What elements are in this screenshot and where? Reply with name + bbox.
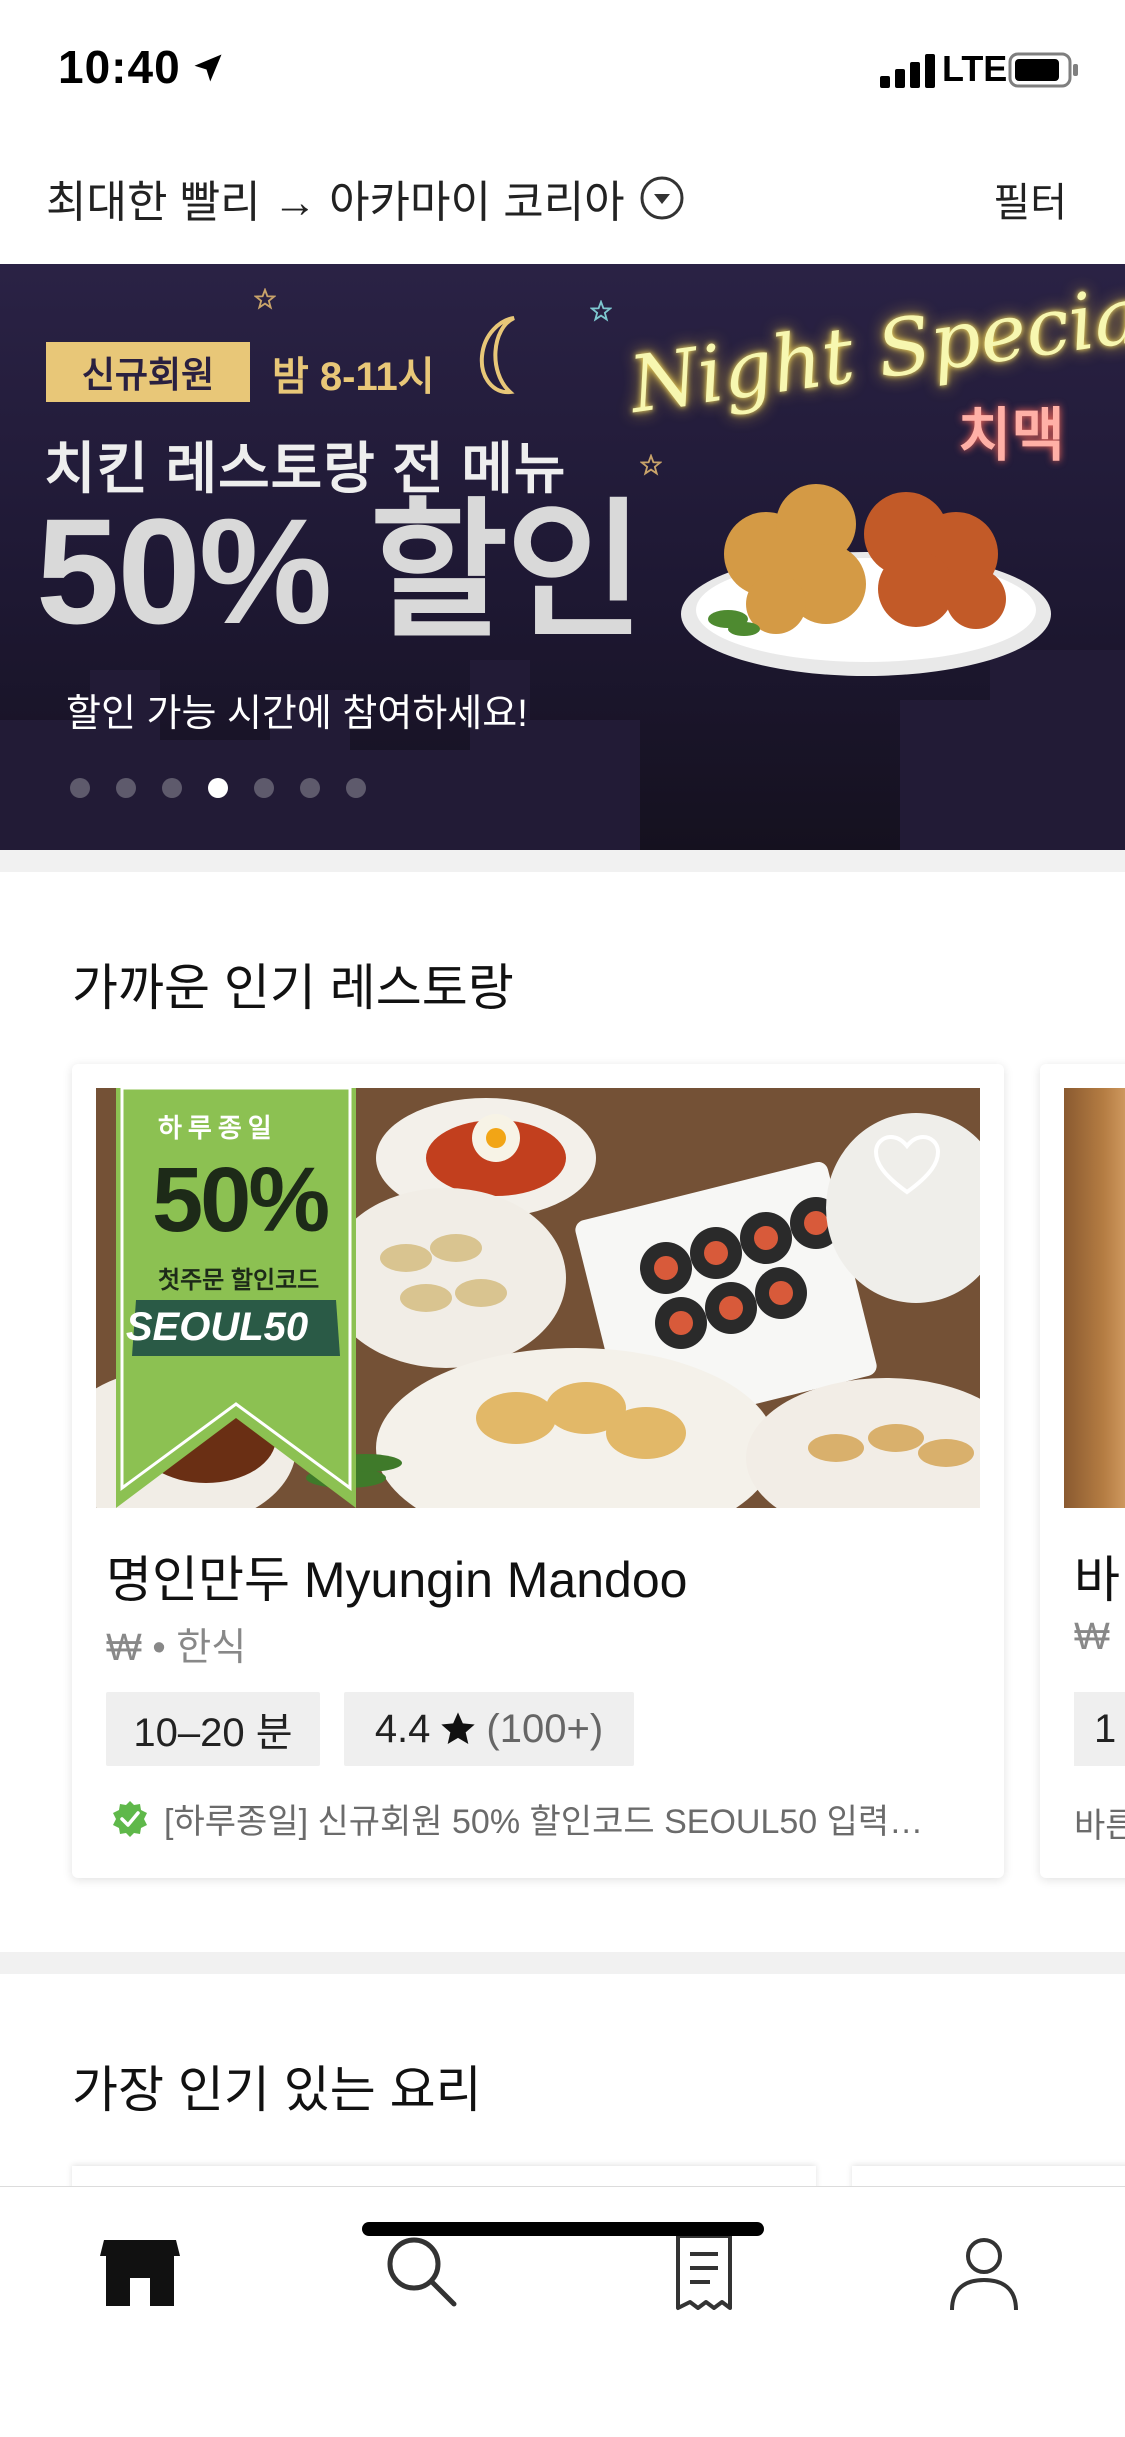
tab-home[interactable] bbox=[80, 2227, 200, 2317]
person-icon bbox=[950, 2238, 1018, 2311]
receipt-icon bbox=[676, 2234, 732, 2310]
status-bar: 10:40 LTE bbox=[0, 0, 1125, 140]
network-type: LTE bbox=[942, 48, 1008, 89]
restaurant-name: 명인만두 Myungin Mandoo bbox=[106, 1552, 688, 1608]
delivery-time-text: 1 bbox=[1094, 1706, 1117, 1751]
delivery-location-label: 최대한 빨리 → 아카마이 코리아 bbox=[46, 178, 625, 227]
carousel-dot[interactable] bbox=[346, 778, 366, 798]
delivery-time-pill: 10–20 분 bbox=[106, 1692, 320, 1766]
carousel-dot[interactable] bbox=[300, 778, 320, 798]
rating-pill: 4.4 (100+) bbox=[344, 1692, 634, 1766]
star-decoration-icon bbox=[590, 300, 612, 322]
ribbon-sub-text: 첫주문 할인코드 bbox=[158, 1267, 320, 1294]
search-icon bbox=[387, 2237, 457, 2307]
status-time: 10:40 bbox=[58, 41, 181, 93]
promo-banner-carousel[interactable]: 신규회원 밤 8-11시 치킨 레스토랑 전 메뉴 50% 할인 할인 가능 시… bbox=[0, 264, 1125, 850]
storefront-icon bbox=[100, 2240, 180, 2306]
tab-orders[interactable] bbox=[644, 2227, 764, 2317]
new-member-badge: 신규회원 bbox=[46, 342, 250, 402]
delivery-location-selector[interactable]: 최대한 빨리 → 아카마이 코리아 bbox=[46, 168, 685, 228]
rating-value: 4.4 bbox=[374, 1706, 431, 1751]
carousel-dot[interactable] bbox=[116, 778, 136, 798]
promo-text: 바른 bbox=[1074, 1807, 1125, 1845]
star-decoration-icon bbox=[254, 288, 276, 310]
restaurant-card[interactable]: 하루종일 50% 첫주문 할인코드 SEOUL50 명인만두 Myungin M… bbox=[72, 1064, 1004, 1878]
star-icon bbox=[441, 1712, 476, 1744]
star-decoration-icon bbox=[640, 454, 662, 476]
banner-subtext: 할인 가능 시간에 참여하세요! bbox=[66, 693, 528, 735]
carousel-dot[interactable] bbox=[162, 778, 182, 798]
restaurant-image: 하루종일 50% 첫주문 할인코드 SEOUL50 bbox=[96, 1088, 980, 1508]
location-arrow-icon bbox=[194, 54, 222, 82]
section-title-popular: 가장 인기 있는 요리 bbox=[72, 2062, 482, 2118]
rating-count: (100+) bbox=[486, 1706, 604, 1751]
ribbon-percent-text: 50% bbox=[152, 1149, 330, 1251]
carousel-pagination[interactable] bbox=[70, 778, 366, 798]
restaurant-image bbox=[1064, 1088, 1125, 1508]
section-divider bbox=[0, 850, 1125, 872]
heart-icon[interactable] bbox=[872, 1134, 942, 1198]
app-header: 최대한 빨리 → 아카마이 코리아 필터 bbox=[0, 140, 1125, 265]
restaurant-price-cuisine: ₩ bbox=[1074, 1616, 1110, 1658]
promo-text: [하루종일] 신규회원 50% 할인코드 SEOUL50 입력… bbox=[164, 1803, 924, 1841]
ribbon-code-text: SEOUL50 bbox=[125, 1304, 309, 1349]
section-title-nearby: 가까운 인기 레스토랑 bbox=[72, 960, 514, 1016]
delivery-time-pill: 1 bbox=[1074, 1692, 1125, 1766]
banner-time-text: 밤 8-11시 bbox=[272, 355, 435, 399]
tab-search[interactable] bbox=[362, 2227, 482, 2317]
carousel-dot[interactable] bbox=[70, 778, 90, 798]
chevron-down-circle-icon bbox=[640, 176, 684, 220]
fried-chicken-illustration bbox=[681, 484, 1051, 676]
promo-line: [하루종일] 신규회원 50% 할인코드 SEOUL50 입력… bbox=[110, 1794, 970, 1843]
ribbon-top-text: 하루종일 bbox=[158, 1113, 278, 1143]
battery-icon bbox=[1008, 52, 1078, 88]
crescent-moon-icon bbox=[479, 316, 516, 395]
tab-account[interactable] bbox=[924, 2227, 1044, 2317]
home-indicator[interactable] bbox=[362, 2222, 764, 2236]
cellular-signal-icon bbox=[880, 54, 935, 88]
carousel-dot[interactable] bbox=[254, 778, 274, 798]
restaurant-name: 바 bbox=[1074, 1552, 1120, 1608]
banner-discount: 50% 할인 bbox=[36, 487, 644, 655]
restaurant-card-peek[interactable]: 바 ₩ 1 바른 bbox=[1040, 1064, 1125, 1878]
filter-button[interactable]: 필터 bbox=[993, 170, 1067, 228]
restaurant-price-cuisine: ₩ • 한식 bbox=[106, 1627, 247, 1669]
verified-check-icon bbox=[113, 1800, 147, 1837]
carousel-dot-active[interactable] bbox=[208, 778, 228, 798]
delivery-time-text: 10–20 분 bbox=[133, 1711, 293, 1755]
section-divider bbox=[0, 1952, 1125, 1974]
